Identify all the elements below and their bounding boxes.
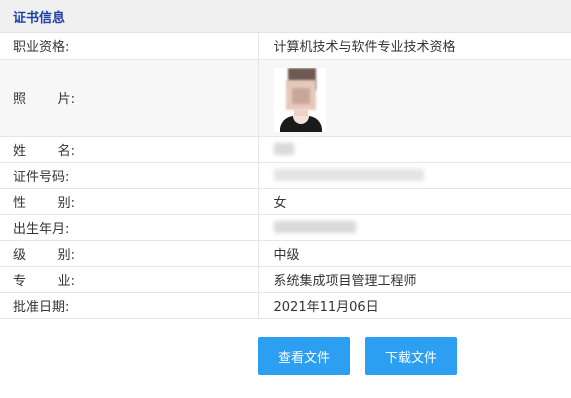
action-buttons: 查看文件 下载文件: [258, 337, 457, 375]
redacted-cert-number: [273, 169, 424, 181]
row-name: 姓 名:: [0, 136, 571, 163]
label-photo-b: 片:: [57, 92, 75, 107]
label-level: 级 别:: [0, 240, 259, 267]
value-name: [258, 136, 571, 163]
value-cert-number: [258, 162, 571, 189]
label-approval-date: 批准日期:: [0, 292, 259, 319]
value-gender: 女: [258, 188, 571, 215]
label-gender: 性 别:: [0, 188, 259, 215]
label-major-b: 业:: [57, 273, 75, 289]
label-level-a: 级: [13, 247, 27, 263]
label-birth: 出生年月:: [0, 214, 259, 241]
redacted-name: [273, 143, 294, 155]
label-name-b: 名:: [57, 143, 75, 159]
redacted-birth: [273, 221, 356, 233]
label-name-a: 姓: [13, 143, 27, 159]
certificate-info-table: 职业资格: 计算机技术与软件专业技术资格 照片: 姓名: 证件号码: 性别: 女: [0, 33, 571, 319]
row-photo: 照 片:: [0, 59, 571, 137]
row-cert-number: 证件号码:: [0, 162, 571, 189]
label-major: 专 业:: [0, 266, 259, 293]
row-birth: 出生年月:: [0, 214, 571, 241]
label-level-b: 别:: [57, 247, 75, 263]
value-major: 系统集成项目管理工程师: [258, 266, 571, 293]
row-qualification: 职业资格: 计算机技术与软件专业技术资格: [0, 33, 571, 60]
row-level: 级 别: 中级: [0, 240, 571, 267]
label-gender-b: 别:: [57, 195, 75, 211]
row-major: 专 业: 系统集成项目管理工程师: [0, 266, 571, 293]
label-photo-a: 照: [13, 92, 27, 107]
label-qualification: 职业资格:: [0, 33, 259, 60]
value-photo: [258, 59, 571, 137]
value-qualification: 计算机技术与软件专业技术资格: [258, 33, 571, 60]
view-file-button[interactable]: 查看文件: [258, 337, 350, 375]
label-cert-number: 证件号码:: [0, 162, 259, 189]
section-title: 证书信息: [13, 10, 66, 26]
value-approval-date: 2021年11月06日: [258, 292, 571, 319]
id-photo: [273, 67, 326, 132]
download-file-button[interactable]: 下载文件: [365, 337, 457, 375]
label-photo: 照 片:: [0, 59, 259, 137]
row-gender: 性 别: 女: [0, 188, 571, 215]
value-birth: [258, 214, 571, 241]
value-level: 中级: [258, 240, 571, 267]
label-gender-a: 性: [13, 195, 27, 211]
label-major-a: 专: [13, 273, 27, 289]
row-approval-date: 批准日期: 2021年11月06日: [0, 292, 571, 319]
certificate-info-header: 证书信息: [0, 0, 571, 33]
label-name: 姓 名:: [0, 136, 259, 163]
